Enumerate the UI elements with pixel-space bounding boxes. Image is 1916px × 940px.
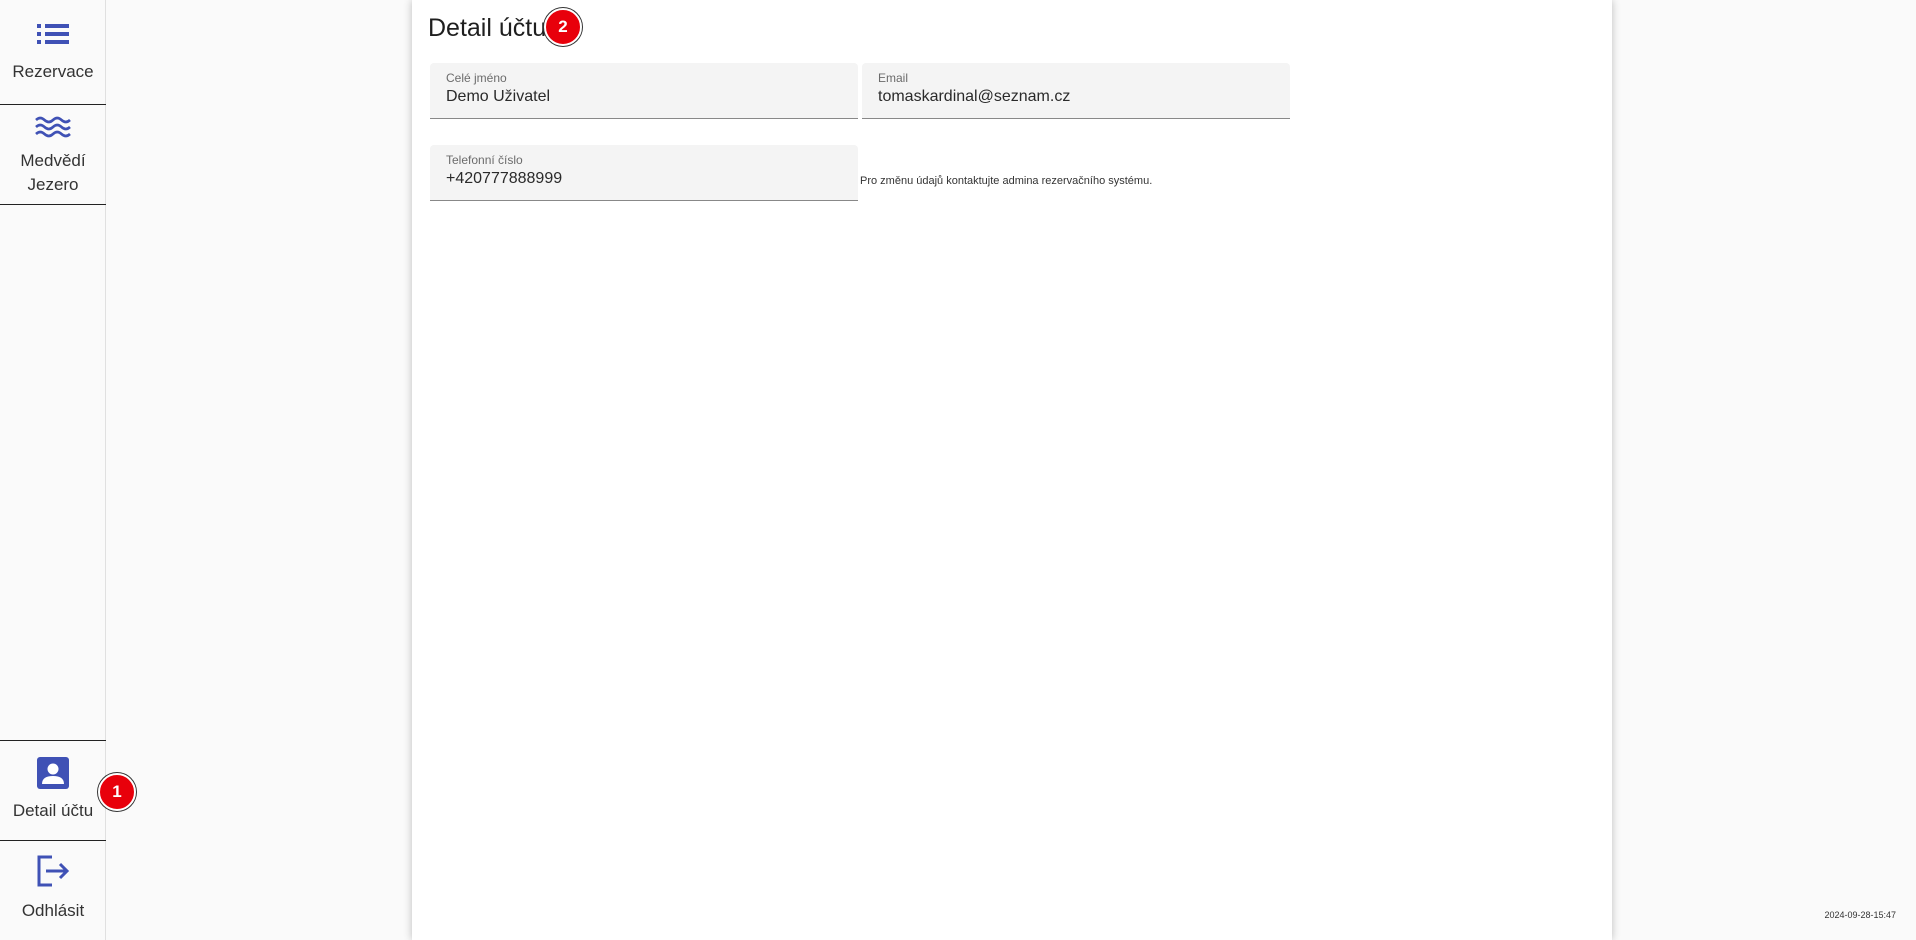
- step-badge: 1: [98, 773, 136, 811]
- sidebar-item-label: Odhlásit: [21, 901, 85, 920]
- waves-icon: [35, 115, 71, 139]
- contact-admin-note: Pro změnu údajů kontaktujte admina rezer…: [860, 175, 1153, 187]
- sidebar-item-label: Rezervace: [12, 62, 94, 81]
- email-value: tomaskardinal@seznam.cz: [878, 88, 1071, 105]
- page-title: Detail účtu: [428, 14, 547, 42]
- email-field[interactable]: Email tomaskardinal@seznam.cz: [862, 63, 1290, 119]
- sidebar: Rezervace Medvědí Jezero Detail účtu Odh…: [0, 0, 106, 940]
- sidebar-item-detail-uctu[interactable]: Detail účtu: [0, 740, 106, 841]
- phone-value: +420777888999: [446, 170, 563, 187]
- full-name-value: Demo Uživatel: [446, 88, 551, 105]
- sidebar-item-medvedi-jezero[interactable]: Medvědí Jezero: [0, 105, 106, 205]
- sidebar-item-odhlasit[interactable]: Odhlásit: [0, 841, 106, 940]
- email-label: Email: [878, 71, 909, 85]
- sidebar-item-label: Medvědí Jezero: [20, 151, 86, 194]
- sidebar-item-rezervace[interactable]: Rezervace: [0, 0, 106, 105]
- phone-label: Telefonní číslo: [446, 153, 523, 167]
- account-detail-panel: Detail účtu Celé jméno Demo Uživatel Ema…: [412, 0, 1612, 940]
- timestamp: 2024-09-28-15:47: [1824, 910, 1896, 920]
- sidebar-item-label: Detail účtu: [12, 801, 94, 820]
- step-badge: 2: [544, 8, 582, 46]
- full-name-label: Celé jméno: [446, 71, 507, 85]
- account-box-icon: [37, 757, 69, 789]
- list-icon: [37, 22, 69, 46]
- logout-icon: [36, 855, 70, 887]
- full-name-field[interactable]: Celé jméno Demo Uživatel: [430, 63, 858, 119]
- phone-field[interactable]: Telefonní číslo +420777888999: [430, 145, 858, 201]
